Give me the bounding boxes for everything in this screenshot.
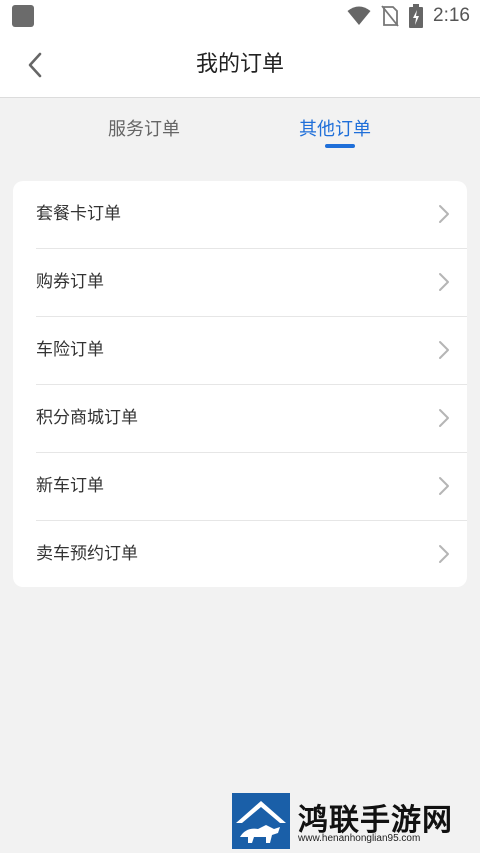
tab-service-orders[interactable]: 服务订单 <box>108 115 180 141</box>
list-item-label: 购券订单 <box>36 272 104 292</box>
watermark: 鸿联手游网 www.henanhonglian95.com <box>232 793 472 849</box>
list-item-label: 套餐卡订单 <box>36 204 121 224</box>
active-tab-indicator <box>325 144 355 148</box>
order-tabs: 服务订单 其他订单 <box>0 99 480 157</box>
chevron-right-icon <box>439 205 449 223</box>
status-time: 2:16 <box>433 5 470 26</box>
no-sim-icon <box>381 5 399 27</box>
list-item-label: 新车订单 <box>36 476 104 496</box>
chevron-right-icon <box>439 477 449 495</box>
page-title: 我的订单 <box>195 52 284 77</box>
chevron-right-icon <box>439 341 449 359</box>
list-item-coupon-orders[interactable]: 购券订单 <box>13 249 467 317</box>
watermark-logo-icon <box>232 793 290 849</box>
wifi-icon <box>347 6 371 25</box>
app-icon <box>12 5 34 27</box>
top-app-bar: 我的订单 <box>0 32 480 98</box>
battery-charging-icon <box>409 4 424 28</box>
chevron-left-icon <box>28 52 42 78</box>
back-button[interactable] <box>20 50 50 80</box>
list-item-label: 卖车预约订单 <box>36 544 138 564</box>
list-item-sell-car-appointment-orders[interactable]: 卖车预约订单 <box>13 521 467 589</box>
list-item-label: 车险订单 <box>36 340 104 360</box>
chevron-right-icon <box>439 273 449 291</box>
list-item-label: 积分商城订单 <box>36 408 138 428</box>
watermark-url: www.henanhonglian95.com <box>298 833 421 844</box>
chevron-right-icon <box>439 409 449 427</box>
chevron-right-icon <box>439 545 449 563</box>
order-list-card: 套餐卡订单 购券订单 车险订单 积分商城订单 新车订单 卖车预约订单 <box>13 181 467 587</box>
status-bar: 2:16 <box>0 0 480 32</box>
list-item-package-card-orders[interactable]: 套餐卡订单 <box>13 181 467 249</box>
list-item-insurance-orders[interactable]: 车险订单 <box>13 317 467 385</box>
tab-other-orders[interactable]: 其他订单 <box>299 115 371 141</box>
list-item-new-car-orders[interactable]: 新车订单 <box>13 453 467 521</box>
list-item-points-mall-orders[interactable]: 积分商城订单 <box>13 385 467 453</box>
